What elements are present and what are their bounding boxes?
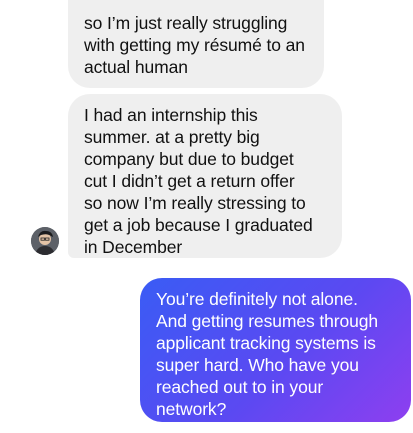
incoming-message-bubble[interactable]: I had an internship this summer. at a pr… bbox=[68, 94, 342, 258]
avatar[interactable] bbox=[31, 227, 59, 255]
outgoing-message-bubble[interactable]: You’re definitely not alone. And getting… bbox=[140, 278, 411, 422]
chat-thread: so I’m just really struggling with getti… bbox=[0, 0, 413, 433]
profile-photo-icon bbox=[31, 227, 59, 255]
incoming-message-bubble[interactable]: so I’m just really struggling with getti… bbox=[68, 0, 324, 88]
